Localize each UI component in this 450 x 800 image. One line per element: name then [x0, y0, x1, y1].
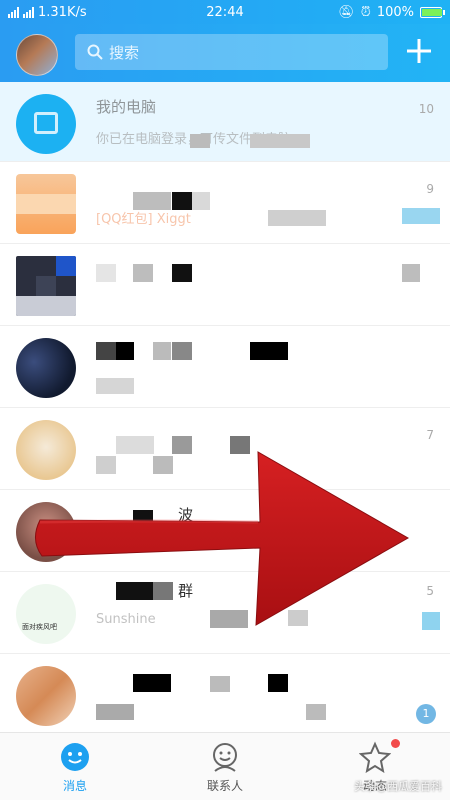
conversation-preview: Sunshine	[96, 612, 156, 627]
conversation-time: 9	[426, 182, 434, 196]
notification-dot	[391, 739, 400, 748]
contact-avatar	[16, 256, 76, 316]
mute-icon: 🔕︎	[338, 4, 355, 20]
conversation-row[interactable]	[0, 326, 450, 408]
top-header: 搜索	[0, 24, 450, 82]
conversation-row[interactable]: 1	[0, 654, 450, 732]
search-bar[interactable]: 搜索	[75, 34, 388, 70]
contact-avatar	[16, 338, 76, 398]
contact-avatar	[16, 666, 76, 726]
conversation-row[interactable]: 面对疾风吧 群 Sunshine 5	[0, 572, 450, 654]
search-placeholder: 搜索	[109, 43, 140, 62]
conversation-time: 5	[426, 584, 434, 598]
bottom-tabbar: 消息 联系人 动态 头条@西瓜爱百科	[0, 732, 450, 800]
tab-messages-label: 消息	[62, 779, 87, 793]
my-computer-avatar	[16, 94, 76, 154]
tab-contacts[interactable]: 联系人	[150, 733, 300, 800]
messages-icon	[61, 743, 89, 771]
contact-avatar	[16, 502, 76, 562]
status-bar: 1.31K/s 22:44 🔕︎ ⏰︎ 100%	[0, 0, 450, 24]
contacts-icon	[213, 743, 237, 772]
contact-avatar	[16, 174, 76, 234]
contact-avatar	[16, 420, 76, 480]
conversation-row[interactable]: 我的电脑 你已在电脑登录，可传文件到电脑。 10	[0, 82, 450, 162]
battery-icon	[420, 6, 445, 18]
battery-percent: 100%	[376, 4, 414, 20]
conversation-time: 7	[426, 428, 434, 442]
signal-icon	[8, 6, 19, 18]
conversation-row[interactable]: 波	[0, 490, 450, 572]
conversation-list: 我的电脑 你已在电脑登录，可传文件到电脑。 10 [QQ红包] Xiggt 9	[0, 82, 450, 732]
contact-avatar: 面对疾风吧	[16, 584, 76, 644]
alarm-icon: ⏰︎	[360, 4, 371, 20]
star-icon	[359, 741, 391, 773]
conversation-name: 波	[178, 506, 194, 524]
tab-messages[interactable]: 消息	[0, 733, 150, 800]
conversation-name: 群	[178, 582, 194, 600]
my-avatar[interactable]	[16, 34, 58, 76]
conversation-row[interactable]: 7	[0, 408, 450, 490]
conversation-preview: [QQ红包] Xiggt	[96, 212, 191, 227]
search-icon	[87, 44, 103, 60]
plus-icon[interactable]	[404, 36, 434, 66]
conversation-row[interactable]	[0, 244, 450, 326]
watermark: 头条@西瓜爱百科	[354, 780, 442, 793]
network-speed: 1.31K/s	[38, 4, 87, 20]
status-right: 🔕︎ ⏰︎ 100%	[338, 4, 445, 20]
conversation-name: 我的电脑	[96, 98, 157, 116]
signal-icon-2	[23, 6, 34, 18]
status-left: 1.31K/s	[8, 5, 87, 20]
conversation-time: 10	[418, 102, 434, 116]
conversation-row[interactable]: [QQ红包] Xiggt 9	[0, 162, 450, 244]
unread-badge: 1	[416, 704, 436, 724]
tab-contacts-label: 联系人	[206, 779, 243, 793]
